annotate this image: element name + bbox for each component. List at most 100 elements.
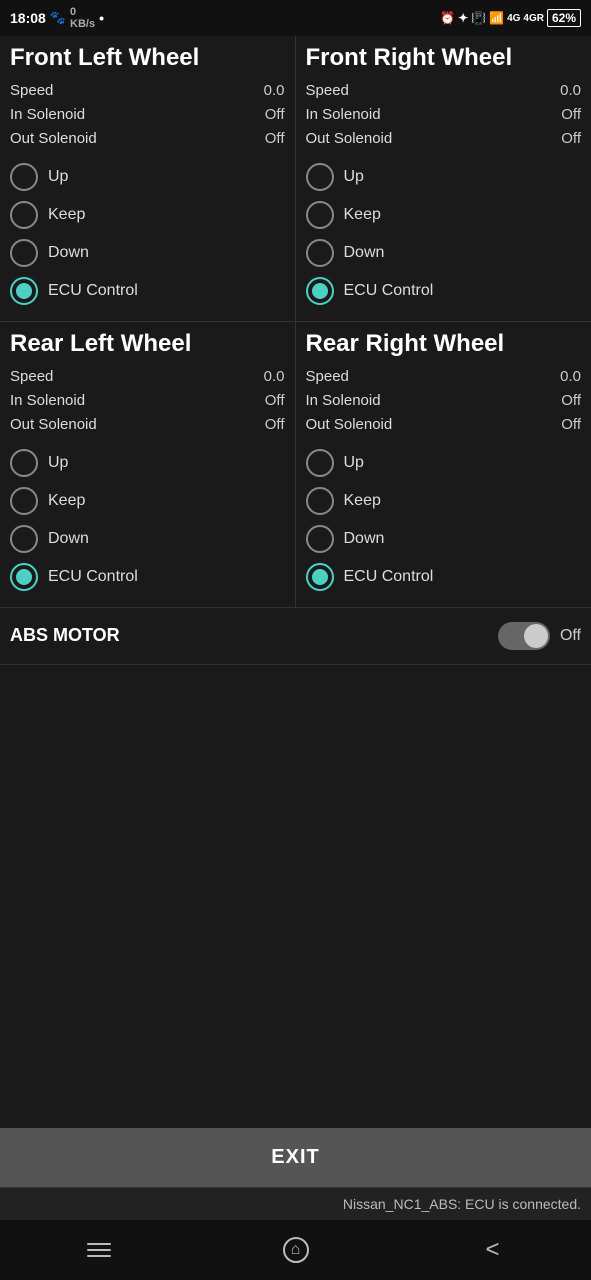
4gr-label: 4GR <box>523 13 544 24</box>
abs-motor-value: Off <box>560 627 581 645</box>
rear-right-out-sol-value: Off <box>561 413 581 437</box>
front-left-radio-up-label: Up <box>48 168 68 186</box>
front-right-title: Front Right Wheel <box>306 44 582 73</box>
exit-button[interactable]: EXIT <box>0 1128 591 1187</box>
front-left-radio-down-circle <box>10 239 38 267</box>
rear-right-in-sol-value: Off <box>561 389 581 413</box>
front-left-section: Front Left Wheel Speed 0.0 In Solenoid O… <box>0 36 296 321</box>
front-left-radio-down-label: Down <box>48 244 89 262</box>
rear-right-speed-value: 0.0 <box>560 365 581 389</box>
front-right-radio-down-label: Down <box>344 244 385 262</box>
front-left-radio-ecu[interactable]: ECU Control <box>10 273 285 309</box>
front-left-speed-label: Speed <box>10 79 53 103</box>
front-right-out-sol-label: Out Solenoid <box>306 127 393 151</box>
front-left-radio-keep[interactable]: Keep <box>10 197 285 233</box>
rear-left-out-sol-value: Off <box>265 413 285 437</box>
status-right: ⏰ ✦ 📳 📶 4G 4GR 62% <box>440 9 581 27</box>
front-left-radio-up-circle <box>10 163 38 191</box>
rear-left-radio-keep[interactable]: Keep <box>10 483 285 519</box>
front-right-in-sol-value: Off <box>561 103 581 127</box>
front-left-radio-up[interactable]: Up <box>10 159 285 195</box>
main-content: Front Left Wheel Speed 0.0 In Solenoid O… <box>0 36 591 1220</box>
wifi-icon: 📶 <box>489 11 504 25</box>
front-right-radio-up[interactable]: Up <box>306 159 582 195</box>
signal-icon: 🐾 <box>50 10 66 26</box>
front-left-speed-value: 0.0 <box>264 79 285 103</box>
front-right-speed-label: Speed <box>306 79 349 103</box>
front-right-radio-down-circle <box>306 239 334 267</box>
front-right-speed-value: 0.0 <box>560 79 581 103</box>
front-left-radio-ecu-circle <box>10 277 38 305</box>
rear-left-in-sol-label: In Solenoid <box>10 389 85 413</box>
rear-right-stats: Speed 0.0 In Solenoid Off Out Solenoid O… <box>306 365 582 437</box>
bottom-wheels-grid: Rear Left Wheel Speed 0.0 In Solenoid Of… <box>0 322 591 608</box>
rear-left-radio-keep-label: Keep <box>48 492 85 510</box>
rear-left-out-sol-row: Out Solenoid Off <box>10 413 285 437</box>
front-left-title: Front Left Wheel <box>10 44 285 73</box>
rear-right-radio-ecu[interactable]: ECU Control <box>306 559 582 595</box>
rear-left-radio-down-circle <box>10 525 38 553</box>
front-left-in-sol-value: Off <box>265 103 285 127</box>
front-right-radio-up-label: Up <box>344 168 364 186</box>
front-right-radio-ecu-label: ECU Control <box>344 282 434 300</box>
front-left-out-sol-value: Off <box>265 127 285 151</box>
front-left-radio-keep-circle <box>10 201 38 229</box>
back-icon: < <box>485 1236 499 1264</box>
rear-left-in-sol-value: Off <box>265 389 285 413</box>
hamburger-icon <box>87 1243 111 1257</box>
home-icon <box>283 1237 309 1263</box>
front-right-radio-up-circle <box>306 163 334 191</box>
lte-label: 4G <box>507 13 520 24</box>
alarm-icon: ⏰ <box>440 11 455 25</box>
rear-left-radio-ecu[interactable]: ECU Control <box>10 559 285 595</box>
spacer <box>0 665 591 1128</box>
rear-right-out-sol-label: Out Solenoid <box>306 413 393 437</box>
front-left-radio-down[interactable]: Down <box>10 235 285 271</box>
rear-right-radio-up[interactable]: Up <box>306 445 582 481</box>
rear-left-stats: Speed 0.0 In Solenoid Off Out Solenoid O… <box>10 365 285 437</box>
rear-left-radio-up-circle <box>10 449 38 477</box>
rear-left-radio-up-label: Up <box>48 454 68 472</box>
front-right-stats: Speed 0.0 In Solenoid Off Out Solenoid O… <box>306 79 582 151</box>
rear-right-radio-up-label: Up <box>344 454 364 472</box>
front-right-out-sol-value: Off <box>561 127 581 151</box>
back-button[interactable]: < <box>463 1228 523 1272</box>
front-right-radio-ecu[interactable]: ECU Control <box>306 273 582 309</box>
front-right-section: Front Right Wheel Speed 0.0 In Solenoid … <box>296 36 591 321</box>
front-left-radio-group: Up Keep Down ECU Control <box>10 159 285 309</box>
home-button[interactable] <box>266 1228 326 1272</box>
rear-right-radio-keep-label: Keep <box>344 492 381 510</box>
rear-right-speed-label: Speed <box>306 365 349 389</box>
rear-left-radio-ecu-circle <box>10 563 38 591</box>
bottom-nav: < <box>0 1220 591 1280</box>
rear-left-radio-down[interactable]: Down <box>10 521 285 557</box>
front-right-in-sol-label: In Solenoid <box>306 103 381 127</box>
rear-right-radio-down[interactable]: Down <box>306 521 582 557</box>
rear-right-in-sol-label: In Solenoid <box>306 389 381 413</box>
abs-motor-row: ABS MOTOR Off <box>0 608 591 665</box>
front-right-speed-row: Speed 0.0 <box>306 79 582 103</box>
rear-right-radio-ecu-circle <box>306 563 334 591</box>
rear-left-radio-down-label: Down <box>48 530 89 548</box>
front-left-out-sol-row: Out Solenoid Off <box>10 127 285 151</box>
vibrate-icon: 📳 <box>471 11 486 25</box>
rear-left-speed-label: Speed <box>10 365 53 389</box>
rear-left-section: Rear Left Wheel Speed 0.0 In Solenoid Of… <box>0 322 296 607</box>
rear-left-out-sol-label: Out Solenoid <box>10 413 97 437</box>
abs-motor-toggle-knob <box>524 624 548 648</box>
rear-left-radio-up[interactable]: Up <box>10 445 285 481</box>
abs-motor-toggle[interactable] <box>498 622 550 650</box>
rear-right-radio-ecu-label: ECU Control <box>344 568 434 586</box>
front-right-radio-group: Up Keep Down ECU Control <box>306 159 582 309</box>
front-right-radio-keep[interactable]: Keep <box>306 197 582 233</box>
dot-icon: • <box>99 10 104 26</box>
menu-button[interactable] <box>69 1228 129 1272</box>
network-icon: 0KB/s <box>70 6 95 30</box>
front-left-radio-ecu-label: ECU Control <box>48 282 138 300</box>
rear-left-speed-row: Speed 0.0 <box>10 365 285 389</box>
rear-left-radio-ecu-label: ECU Control <box>48 568 138 586</box>
front-left-in-sol-label: In Solenoid <box>10 103 85 127</box>
front-right-out-sol-row: Out Solenoid Off <box>306 127 582 151</box>
rear-right-radio-keep[interactable]: Keep <box>306 483 582 519</box>
front-right-radio-down[interactable]: Down <box>306 235 582 271</box>
